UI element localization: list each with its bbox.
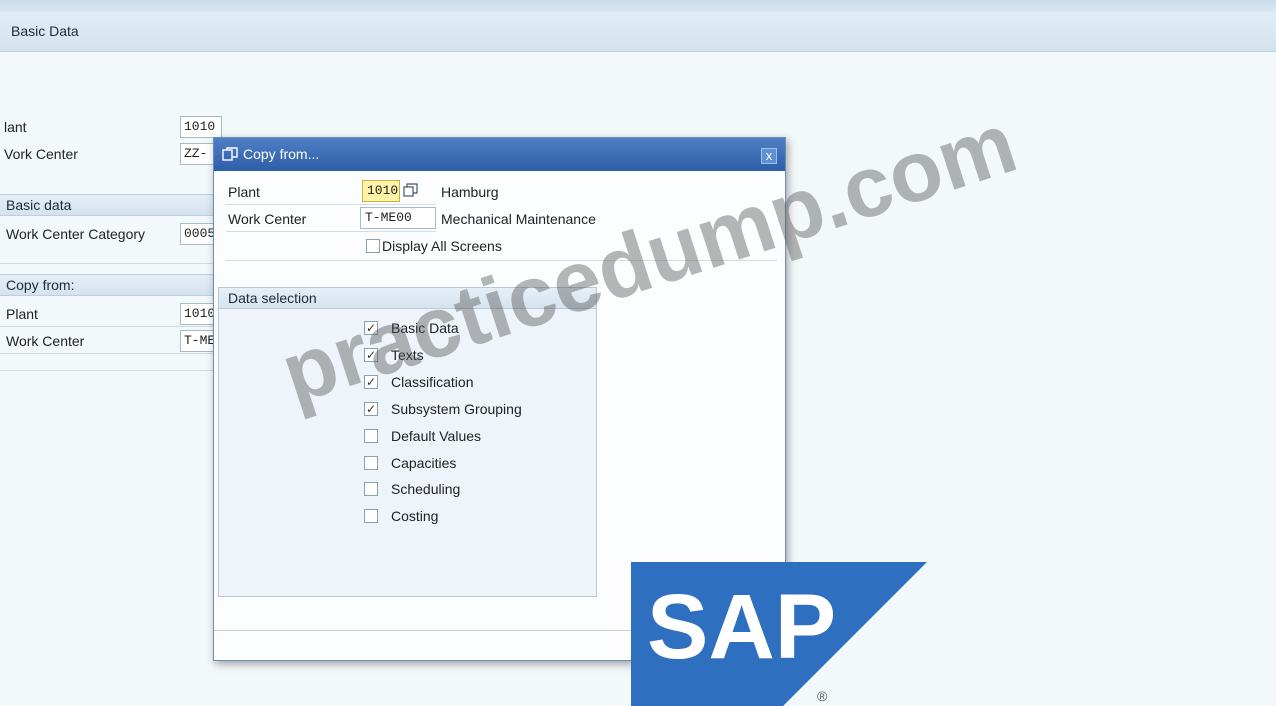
default-values-checkbox[interactable] xyxy=(364,429,378,443)
close-icon: x xyxy=(765,148,773,163)
top-strip xyxy=(0,0,1276,12)
capacities-checkbox[interactable] xyxy=(364,456,378,470)
subsystem-grouping-option-label: Subsystem Grouping xyxy=(391,401,522,417)
dialog-work-center-input[interactable]: T-ME00 xyxy=(360,207,436,229)
capacities-option-label: Capacities xyxy=(391,455,457,471)
copy-work-center-label: Work Center xyxy=(6,333,85,349)
default-values-option-label: Default Values xyxy=(391,428,482,444)
data-selection-header: Data selection xyxy=(219,288,596,309)
classification-option-label: Classification xyxy=(391,374,474,390)
divider xyxy=(0,326,215,327)
sap-logo-text: SAP xyxy=(647,576,836,678)
close-button[interactable]: x xyxy=(761,148,777,164)
divider xyxy=(0,353,215,354)
copy-from-section-header: Copy from: xyxy=(0,274,215,296)
dialog-plant-input[interactable]: 1010 xyxy=(362,180,400,202)
value-help-icon[interactable] xyxy=(403,183,418,198)
classification-checkbox[interactable]: ✓ xyxy=(364,375,378,389)
display-all-screens-label: Display All Screens xyxy=(382,238,502,254)
copy-icon xyxy=(222,147,238,161)
costing-option-label: Costing xyxy=(391,508,439,524)
basic-data-checkbox[interactable]: ✓ xyxy=(364,321,378,335)
dialog-title: Copy from... xyxy=(243,146,320,162)
data-selection-title: Data selection xyxy=(228,290,317,306)
divider xyxy=(226,204,436,205)
basic-data-option-label: Basic Data xyxy=(391,320,459,336)
divider xyxy=(226,231,436,232)
basic-data-section-header: Basic data xyxy=(0,194,215,216)
work-center-category-label: Work Center Category xyxy=(6,226,146,242)
plant-description: Hamburg xyxy=(441,184,499,200)
screen-title: Basic Data xyxy=(11,23,79,39)
plant-field[interactable]: 1010 xyxy=(180,116,222,138)
dialog-plant-label: Plant xyxy=(228,184,260,200)
texts-checkbox[interactable]: ✓ xyxy=(364,348,378,362)
work-center-description: Mechanical Maintenance xyxy=(441,211,596,227)
scheduling-option-label: Scheduling xyxy=(391,481,461,497)
costing-checkbox[interactable] xyxy=(364,509,378,523)
subsystem-grouping-checkbox[interactable]: ✓ xyxy=(364,402,378,416)
dialog-title-bar: Copy from... x xyxy=(214,138,785,171)
sap-logo: SAP xyxy=(631,562,927,706)
copy-plant-label: Plant xyxy=(6,306,38,322)
registered-mark: ® xyxy=(817,688,828,704)
scheduling-checkbox[interactable] xyxy=(364,482,378,496)
screen-title-bar: Basic Data xyxy=(0,12,1276,52)
data-selection-group: Data selection ✓ Basic Data ✓ Texts ✓ Cl… xyxy=(218,287,597,597)
plant-label: lant xyxy=(4,119,27,135)
copy-from-section-title: Copy from: xyxy=(6,277,75,293)
divider xyxy=(0,263,215,264)
basic-data-section-title: Basic data xyxy=(6,197,72,213)
divider xyxy=(226,260,777,261)
display-all-screens-checkbox[interactable] xyxy=(366,239,380,253)
divider xyxy=(0,370,215,371)
work-center-label: Vork Center xyxy=(4,146,78,162)
texts-option-label: Texts xyxy=(391,347,424,363)
dialog-work-center-label: Work Center xyxy=(228,211,307,227)
